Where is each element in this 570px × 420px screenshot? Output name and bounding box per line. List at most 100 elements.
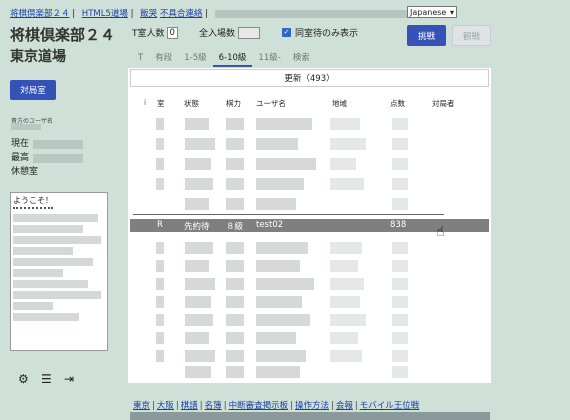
col-region: 地域 [332, 99, 347, 108]
table-cell [256, 260, 300, 272]
table-cell [330, 278, 364, 290]
cell-room: R [157, 220, 163, 230]
tab-dan[interactable]: 有段 [149, 51, 178, 65]
refresh-button[interactable]: 更新（493） [130, 69, 489, 87]
link-separator: | [72, 9, 76, 19]
table-cell [330, 178, 364, 190]
current-rating-label: 現在 [11, 139, 30, 149]
footer-link[interactable]: モバイル王位戦 [360, 401, 420, 411]
cell-rank: ８級 [226, 222, 244, 232]
table-cell [185, 158, 211, 170]
wait-only-toggle[interactable]: ✓ 同室待のみ表示 [282, 26, 358, 39]
chevron-down-icon: ▾ [449, 7, 454, 17]
bug-report-link[interactable]: 不具合連絡 [160, 9, 203, 19]
tab-t[interactable]: T [132, 51, 149, 65]
table-cell [256, 198, 296, 210]
table-cell [256, 350, 306, 362]
game-room-button[interactable]: 対局室 [10, 80, 56, 100]
chat-welcome: ようこそ！ [13, 196, 53, 205]
table-cell [226, 118, 244, 130]
rank-tabs: T 有段 1-5級 6-10級 11級- 検索 [132, 51, 316, 67]
table-cell [392, 138, 408, 150]
blurred-banner [214, 9, 440, 18]
top-links: 将棋倶楽部２４ | HTML5道場 | 飯哭 不具合連絡 | [10, 7, 444, 19]
table-cell [185, 242, 213, 254]
footer-link[interactable]: 大阪 [157, 401, 174, 411]
challenge-button[interactable]: 挑戦 [407, 25, 446, 46]
table-cell [156, 158, 164, 170]
chat-divider [13, 207, 53, 211]
help-link[interactable]: 飯哭 [140, 9, 157, 19]
table-cell [256, 332, 296, 344]
col-opponent: 対局者 [432, 99, 455, 108]
footer-link[interactable]: 操作方法 [295, 401, 329, 411]
logout-icon[interactable]: ⇥ [64, 372, 74, 386]
table-rows-lower [130, 238, 489, 380]
table-cell [226, 366, 244, 378]
cell-user: test02 [256, 220, 284, 230]
table-cell [185, 296, 211, 308]
link-separator: | [205, 9, 208, 19]
col-state: 状態 [184, 99, 199, 108]
table-cell [392, 350, 408, 362]
table-cell [256, 278, 314, 290]
table-cell [226, 332, 244, 344]
table-cell [256, 158, 316, 170]
footer-links: 東京 | 大阪 | 棋譜 | 名簿 | 中断審査掲示板 | 操作方法 | 会報 | モバイル王位戦 [133, 401, 420, 411]
col-score: 点数 [390, 99, 405, 108]
chat-message [13, 236, 101, 244]
table-cell [156, 178, 164, 190]
table-cell [392, 332, 408, 344]
footer-link[interactable]: 会報 [336, 401, 353, 411]
table-cell [330, 296, 360, 308]
table-cell [330, 314, 366, 326]
tab-kyu-6-10[interactable]: 6-10級 [212, 51, 253, 67]
tab-kyu-11-plus[interactable]: 11級- [252, 51, 286, 65]
table-cell [256, 314, 310, 326]
table-cell [256, 138, 298, 150]
chat-message [13, 247, 73, 255]
col-info: i [144, 98, 147, 107]
table-cell [392, 118, 408, 130]
table-cell [330, 242, 362, 254]
chat-message [13, 302, 53, 310]
home-link[interactable]: 将棋倶楽部２４ [10, 9, 70, 19]
highest-rating-label: 最高 [11, 153, 30, 163]
tab-kyu-1-5[interactable]: 1-5級 [178, 51, 212, 65]
list-icon[interactable]: ☰ [41, 372, 52, 386]
table-cell [185, 366, 211, 378]
chat-message [13, 269, 63, 277]
user-status: 現在 最高 休憩室 [11, 127, 84, 179]
col-rank: 棋力 [226, 99, 241, 108]
footer-link[interactable]: 東京 [133, 401, 150, 411]
table-cell [226, 178, 244, 190]
table-cell [226, 138, 244, 150]
spectate-button[interactable]: 観戦 [452, 25, 491, 46]
all-games-value [238, 26, 261, 39]
footer-link[interactable]: 名簿 [205, 401, 222, 411]
footer-link[interactable]: 中断審査掲示板 [229, 401, 289, 411]
wait-only-label: 同室待のみ表示 [295, 29, 359, 39]
table-cell [185, 138, 215, 150]
club-title: 将棋倶楽部２４ [10, 26, 116, 44]
language-select[interactable]: Japanese ▾ [407, 6, 457, 18]
footer-banner [130, 412, 490, 420]
t-room-label: T室人数 [132, 29, 165, 39]
table-cell [156, 242, 164, 254]
table-cell [330, 350, 362, 362]
chat-box[interactable]: ようこそ！ [10, 192, 108, 351]
tab-search[interactable]: 検索 [287, 51, 316, 65]
table-cell [226, 198, 244, 210]
link-separator: | [130, 9, 134, 19]
html5-dojo-link[interactable]: HTML5道場 [82, 9, 128, 19]
language-value: Japanese [410, 7, 447, 17]
table-cell [156, 350, 164, 362]
table-cell [226, 314, 244, 326]
table-cell [156, 314, 164, 326]
table-cell [392, 278, 408, 290]
wait-only-checkbox[interactable]: ✓ [282, 28, 291, 37]
all-games-label: 全入場数 [199, 29, 236, 39]
chat-message [13, 225, 83, 233]
gear-icon[interactable]: ⚙ [18, 372, 29, 386]
footer-link[interactable]: 棋譜 [181, 401, 198, 411]
